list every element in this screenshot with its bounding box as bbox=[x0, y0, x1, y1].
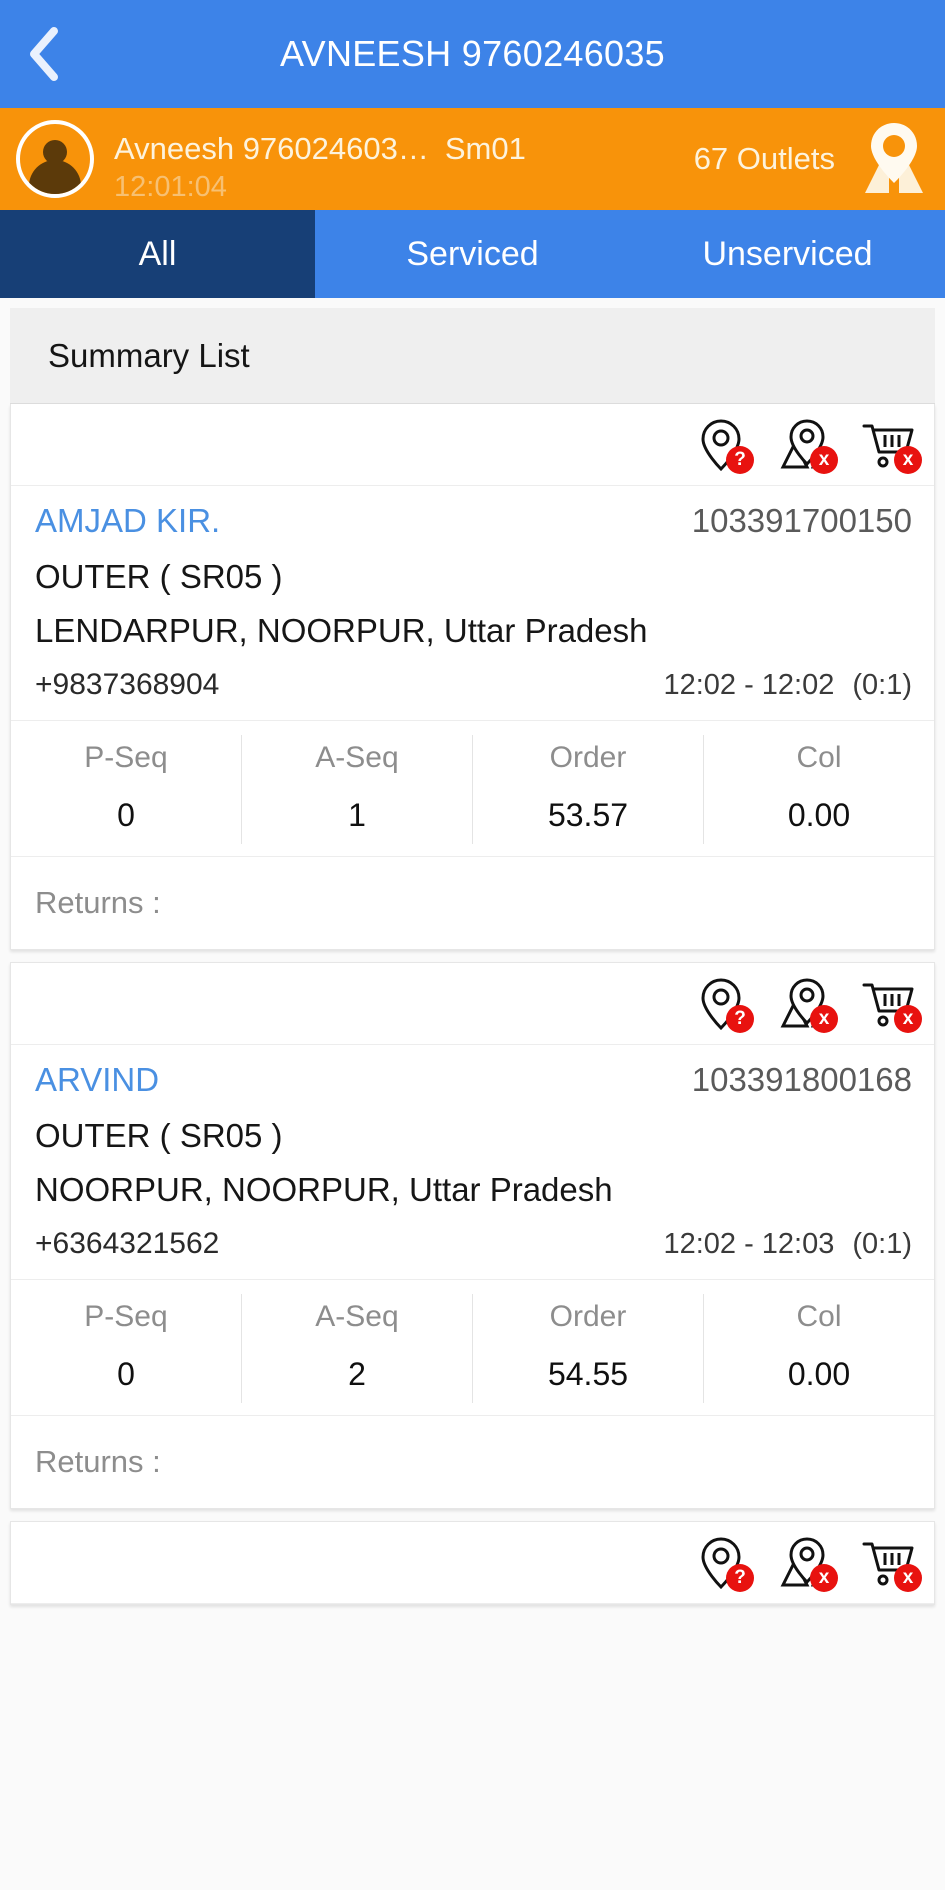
outlet-stats: P-Seq 0 A-Seq 2 Order 54.55 Col 0.00 bbox=[11, 1280, 934, 1416]
filter-tabs: All Serviced Unserviced bbox=[0, 210, 945, 298]
outlet-stats: P-Seq 0 A-Seq 1 Order 53.57 Col 0.00 bbox=[11, 721, 934, 857]
user-time: 12:01:04 bbox=[114, 170, 227, 203]
outlet-status-icons: ? x x bbox=[11, 404, 934, 486]
map-pin-cross-icon[interactable]: x bbox=[774, 975, 838, 1033]
outlet-name[interactable]: AMJAD KIR. bbox=[35, 502, 220, 540]
status-badge: x bbox=[894, 1563, 922, 1592]
status-badge: x bbox=[810, 445, 838, 474]
visit-duration: (0:1) bbox=[852, 669, 912, 701]
returns-label: Returns : bbox=[35, 1444, 161, 1479]
stat-label: P-Seq bbox=[84, 741, 168, 774]
stat-order: Order 53.57 bbox=[473, 735, 704, 844]
outlet-visit-time: 12:02 - 12:02 (0:1) bbox=[663, 669, 912, 702]
outlet-title-row: ARVIND 103391800168 bbox=[11, 1045, 934, 1101]
shopping-cart-cross-icon[interactable]: x bbox=[858, 975, 922, 1033]
status-badge: ? bbox=[726, 445, 754, 474]
outlet-title-row: AMJAD KIR. 103391700150 bbox=[11, 486, 934, 542]
user-meta: Avneesh 976024603… Sm01 12:01:04 bbox=[114, 108, 694, 210]
outlet-returns-row: Returns : bbox=[11, 857, 934, 949]
location-pin-question-icon[interactable]: ? bbox=[690, 416, 754, 474]
stat-label: Col bbox=[796, 741, 842, 774]
visit-time-range: 12:02 - 12:03 bbox=[663, 1228, 835, 1260]
chevron-left-icon bbox=[26, 26, 60, 82]
tab-serviced[interactable]: Serviced bbox=[315, 210, 630, 298]
location-pin-question-icon[interactable]: ? bbox=[690, 975, 754, 1033]
back-button[interactable] bbox=[0, 0, 86, 108]
user-summary-strip: Avneesh 976024603… Sm01 12:01:04 67 Outle… bbox=[0, 108, 945, 210]
person-avatar-icon bbox=[16, 120, 94, 198]
outlet-phone[interactable]: +9837368904 bbox=[35, 668, 219, 702]
outlet-route: OUTER ( SR05 ) bbox=[35, 558, 283, 595]
visit-duration: (0:1) bbox=[852, 1228, 912, 1260]
outlet-card[interactable]: ? x bbox=[10, 1521, 935, 1605]
stat-p-seq: P-Seq 0 bbox=[11, 1294, 242, 1403]
stat-value: 0.00 bbox=[787, 1356, 851, 1392]
stat-value: 0 bbox=[117, 1356, 135, 1392]
stat-a-seq: A-Seq 2 bbox=[242, 1294, 473, 1403]
outlet-card[interactable]: ? x bbox=[10, 962, 935, 1509]
outlet-address: LENDARPUR, NOORPUR, Uttar Pradesh bbox=[35, 612, 648, 649]
outlet-status-icons: ? x x bbox=[11, 963, 934, 1045]
outlet-visit-time: 12:02 - 12:03 (0:1) bbox=[663, 1228, 912, 1261]
stat-label: Col bbox=[796, 1300, 842, 1333]
status-badge: x bbox=[810, 1563, 838, 1592]
stat-label: A-Seq bbox=[315, 741, 399, 774]
outlet-contact-row: +6364321562 12:02 - 12:03 (0:1) bbox=[11, 1209, 934, 1280]
summary-list-header: Summary List bbox=[10, 308, 935, 404]
shopping-cart-cross-icon[interactable]: x bbox=[858, 1534, 922, 1592]
map-pin-location-icon bbox=[859, 121, 929, 198]
visit-time-range: 12:02 - 12:02 bbox=[663, 669, 835, 701]
map-view-button[interactable] bbox=[857, 121, 931, 197]
stat-value: 0.00 bbox=[787, 797, 851, 833]
outlet-card[interactable]: ? x bbox=[10, 404, 935, 950]
stat-label: A-Seq bbox=[315, 1300, 399, 1333]
outlet-address: NOORPUR, NOORPUR, Uttar Pradesh bbox=[35, 1171, 613, 1208]
returns-label: Returns : bbox=[35, 885, 161, 920]
stat-label: Order bbox=[549, 741, 627, 774]
stat-a-seq: A-Seq 1 bbox=[242, 735, 473, 844]
user-name-row: Avneesh 976024603… Sm01 bbox=[114, 131, 694, 167]
status-badge: x bbox=[894, 445, 922, 474]
shopping-cart-cross-icon[interactable]: x bbox=[858, 416, 922, 474]
stat-value: 54.55 bbox=[547, 1356, 629, 1392]
stat-value: 2 bbox=[348, 1356, 366, 1392]
outlet-phone[interactable]: +6364321562 bbox=[35, 1227, 219, 1261]
stat-label: Order bbox=[549, 1300, 627, 1333]
stat-order: Order 54.55 bbox=[473, 1294, 704, 1403]
stat-value: 0 bbox=[117, 797, 135, 833]
outlet-route: OUTER ( SR05 ) bbox=[35, 1117, 283, 1154]
map-pin-cross-icon[interactable]: x bbox=[774, 1534, 838, 1592]
outlet-name[interactable]: ARVIND bbox=[35, 1061, 159, 1099]
stat-value: 1 bbox=[348, 797, 366, 833]
map-pin-cross-icon[interactable]: x bbox=[774, 416, 838, 474]
outlet-list-scroll[interactable]: Summary List ? x x AMJAD KIR. 1033917001… bbox=[0, 298, 945, 1890]
stat-label: P-Seq bbox=[84, 1300, 168, 1333]
stat-col: Col 0.00 bbox=[704, 735, 934, 844]
outlet-code: 103391800168 bbox=[691, 1061, 912, 1098]
outlet-code: 103391700150 bbox=[691, 502, 912, 539]
page-title: AVNEESH 9760246035 bbox=[280, 33, 665, 74]
outlet-contact-row: +9837368904 12:02 - 12:02 (0:1) bbox=[11, 650, 934, 721]
stat-p-seq: P-Seq 0 bbox=[11, 735, 242, 844]
summary-list-title: Summary List bbox=[48, 336, 250, 374]
app-screen: AVNEESH 9760246035 Avneesh 976024603… Sm0… bbox=[0, 0, 945, 1890]
stat-col: Col 0.00 bbox=[704, 1294, 934, 1403]
location-pin-question-icon[interactable]: ? bbox=[690, 1534, 754, 1592]
status-badge: x bbox=[810, 1004, 838, 1033]
stat-value: 53.57 bbox=[547, 797, 629, 833]
user-name: Avneesh 976024603… bbox=[114, 130, 429, 166]
status-badge: ? bbox=[726, 1004, 754, 1033]
outlet-returns-row: Returns : bbox=[11, 1416, 934, 1508]
tab-all[interactable]: All bbox=[0, 210, 315, 298]
top-app-bar: AVNEESH 9760246035 bbox=[0, 0, 945, 108]
user-code: Sm01 bbox=[444, 130, 526, 166]
outlet-status-icons: ? x x bbox=[11, 1522, 934, 1604]
status-badge: x bbox=[894, 1004, 922, 1033]
status-badge: ? bbox=[726, 1563, 754, 1592]
outlets-count: 67 Outlets bbox=[693, 141, 835, 176]
tab-unserviced[interactable]: Unserviced bbox=[630, 210, 945, 298]
